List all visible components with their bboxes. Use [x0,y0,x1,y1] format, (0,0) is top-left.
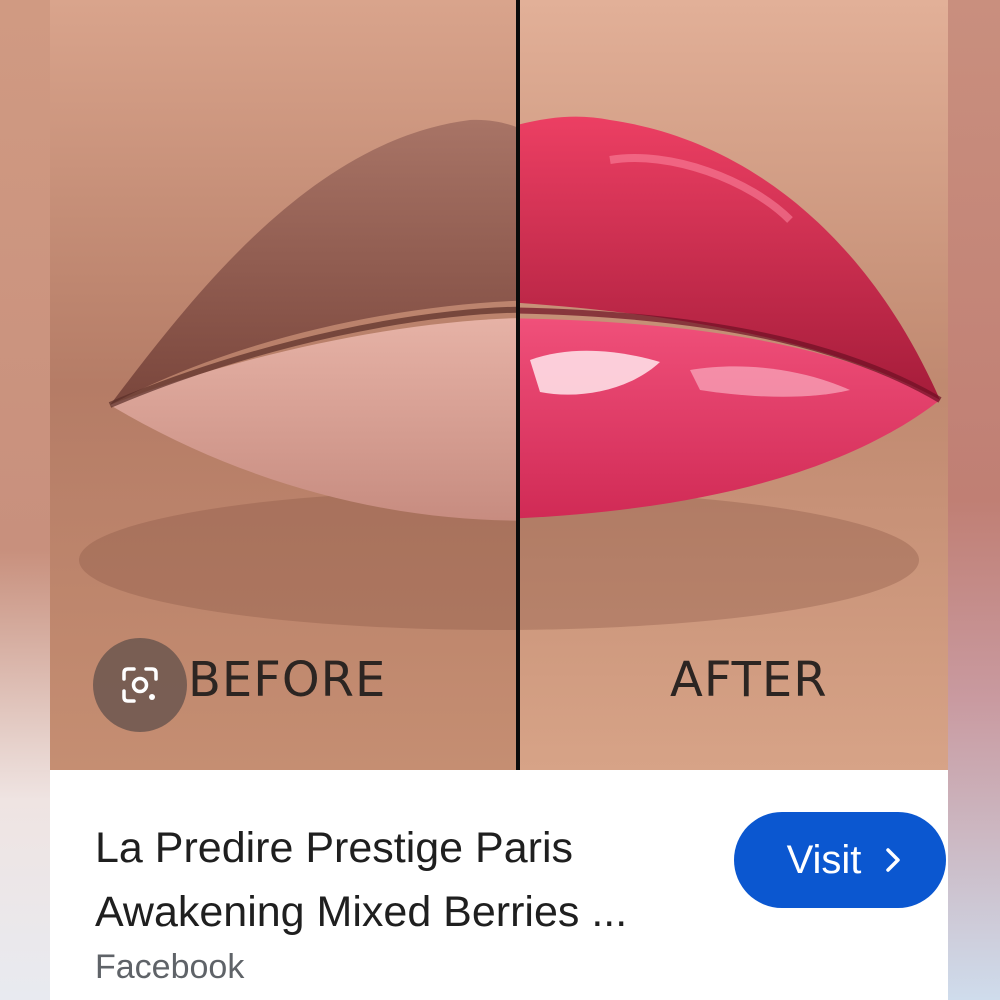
visit-button[interactable]: Visit [734,812,946,908]
product-image[interactable]: BEFORE AFTER [50,0,948,770]
background-left [0,0,50,1000]
chevron-right-icon [886,848,901,872]
result-title-line-2: Awakening Mixed Berries ... [95,888,628,936]
visit-label: Visit [786,837,862,882]
before-label: BEFORE [188,652,387,708]
after-label: AFTER [670,652,828,708]
google-lens-button[interactable] [93,638,187,732]
before-after-divider [516,0,520,770]
result-title-line-1: La Predire Prestige Paris [95,824,573,872]
google-lens-icon [122,667,158,703]
search-result-card[interactable]: BEFORE AFTER La Predire Prestige Paris A… [50,0,948,1000]
result-info: La Predire Prestige Paris Awakening Mixe… [50,770,948,1000]
result-title[interactable]: La Predire Prestige Paris Awakening Mixe… [95,816,695,944]
result-source: Facebook [95,948,245,986]
background-right [948,0,1000,1000]
